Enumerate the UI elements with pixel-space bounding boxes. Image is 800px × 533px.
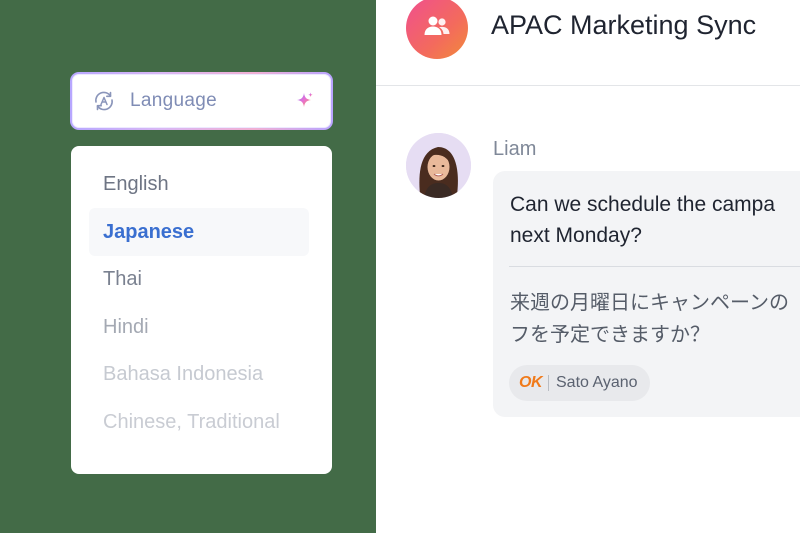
language-selector-inner: Language [72,74,331,128]
language-option-english[interactable]: English [89,160,309,208]
language-selector-button[interactable]: Language [70,72,333,130]
language-option-bahasa-indonesia[interactable]: Bahasa Indonesia [89,350,309,398]
translator-badge[interactable]: OK Sato Ayano [509,365,650,401]
language-option-hindi[interactable]: Hindi [89,303,309,351]
group-avatar[interactable] [406,0,468,59]
translator-logo: OK [519,374,543,391]
chat-header: APAC Marketing Sync [376,0,800,86]
sender-avatar[interactable] [406,133,471,198]
message-bubble: Can we schedule the campa next Monday? 来… [493,171,800,417]
language-option-chinese-traditional[interactable]: Chinese, Traditional [89,398,309,446]
language-option-japanese[interactable]: Japanese [89,208,309,256]
chat-title: APAC Marketing Sync [491,10,757,40]
language-dropdown: English Japanese Thai Hindi Bahasa Indon… [71,146,332,474]
language-label: Language [130,90,217,111]
translate-icon [92,89,116,113]
message-divider [509,266,800,267]
message-translation: 来週の月曜日にキャンペーンの フを予定できますか？ [510,292,789,346]
message-text: Can we schedule the campa next Monday? [510,193,775,247]
sparkle-icon [295,91,315,111]
translator-name: Sato Ayano [556,374,638,391]
sender-name: Liam [493,138,537,160]
badge-separator [548,375,549,391]
group-users-icon [422,13,452,44]
language-option-thai[interactable]: Thai [89,255,309,303]
